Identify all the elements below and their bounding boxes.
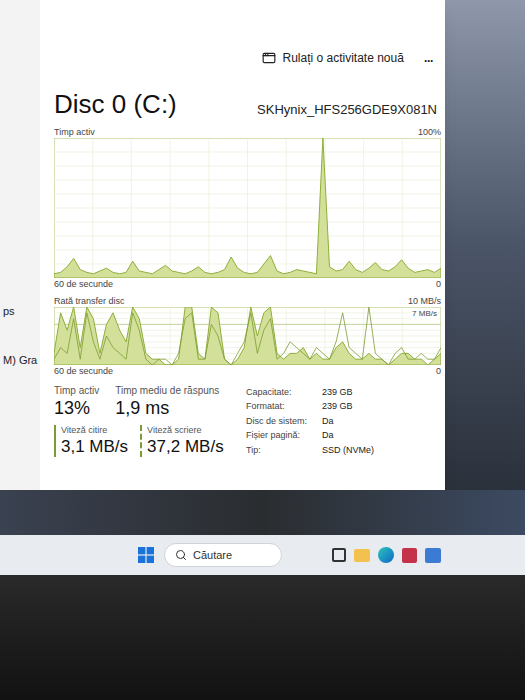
sidebar-item[interactable]: M) Gra	[3, 352, 40, 369]
store-icon[interactable]	[402, 548, 417, 563]
property-label: Formatat:	[246, 399, 322, 413]
toolbar: Rulați o activitate nouă...	[54, 46, 441, 70]
disk-model: SKHynix_HFS256GDE9X081N	[257, 100, 437, 120]
laptop-bezel	[0, 575, 525, 700]
property-label: Capacitate:	[246, 385, 322, 399]
property-label: Disc de sistem:	[246, 414, 322, 428]
write-area	[54, 307, 441, 365]
property-value: SSD (NVMe)	[322, 443, 374, 457]
property-value: Da	[322, 414, 374, 428]
run-task-icon	[262, 51, 276, 65]
desktop-bottom	[0, 490, 525, 535]
run-task-button[interactable]: Rulați o activitate nouă	[262, 49, 403, 67]
property-value: 239 GB	[322, 385, 374, 399]
chart-header: Timp activ100%	[54, 126, 441, 138]
sidebar-item[interactable]: ps	[3, 303, 40, 320]
marker-label: 7 MB/s	[411, 309, 438, 319]
chart-axis: 60 de secunde0	[54, 278, 441, 290]
stats-left: Timp activ13% Timp mediu de răspuns1,9 ms…	[54, 385, 238, 457]
disk-header: Disc 0 (C:) SKHynix_HFS256GDE9X081N	[54, 88, 441, 120]
read-line	[54, 307, 441, 365]
stats-area: Timp activ13% Timp mediu de răspuns1,9 ms…	[54, 385, 441, 457]
edge-icon[interactable]	[378, 547, 394, 563]
chart-plot	[54, 138, 441, 278]
screen: ps M) Gra Rulați o activitate nouă... Disc …	[0, 0, 525, 700]
stat: Timp activ13%	[54, 385, 99, 419]
desktop-top: ps M) Gra Rulați o activitate nouă... Disc …	[0, 0, 525, 490]
task-view-icon[interactable]	[332, 548, 346, 562]
task-manager-window[interactable]: ps M) Gra Rulați o activitate nouă... Disc …	[0, 0, 445, 490]
active-area	[54, 138, 441, 278]
windows-logo-icon[interactable]	[138, 547, 154, 563]
chart-plot	[54, 307, 441, 365]
main-panel: Rulați o activitate nouă... Disc 0 (C:) SK…	[40, 0, 445, 490]
transfer-chart: 7 MB/s	[54, 307, 441, 365]
chart-header: Rată transfer disc10 MB/s	[54, 295, 441, 307]
stat: Timp mediu de răspuns1,9 ms	[115, 385, 219, 419]
desktop-background	[445, 0, 525, 490]
sidebar: ps M) Gra	[0, 0, 40, 490]
file-explorer-icon[interactable]	[354, 549, 370, 562]
property-value: Da	[322, 428, 374, 442]
disk-title: Disc 0 (C:)	[54, 88, 177, 120]
speed-stat: Viteză scriere37,2 MB/s	[140, 425, 224, 457]
more-button[interactable]: ...	[424, 49, 433, 67]
taskbar: Căutare	[0, 535, 525, 575]
property-label: Fișier pagină:	[246, 428, 322, 442]
search-icon	[175, 549, 187, 561]
properties: Capacitate:239 GBFormatat:239 GBDisc de …	[246, 385, 374, 457]
app-icon[interactable]	[425, 548, 441, 563]
search-box[interactable]: Căutare	[164, 543, 282, 567]
property-label: Tip:	[246, 443, 322, 457]
property-value: 239 GB	[322, 399, 374, 413]
speed-stat: Viteză citire3,1 MB/s	[54, 425, 128, 457]
chart-axis: 60 de secunde0	[54, 365, 441, 377]
taskbar-apps	[332, 547, 441, 563]
